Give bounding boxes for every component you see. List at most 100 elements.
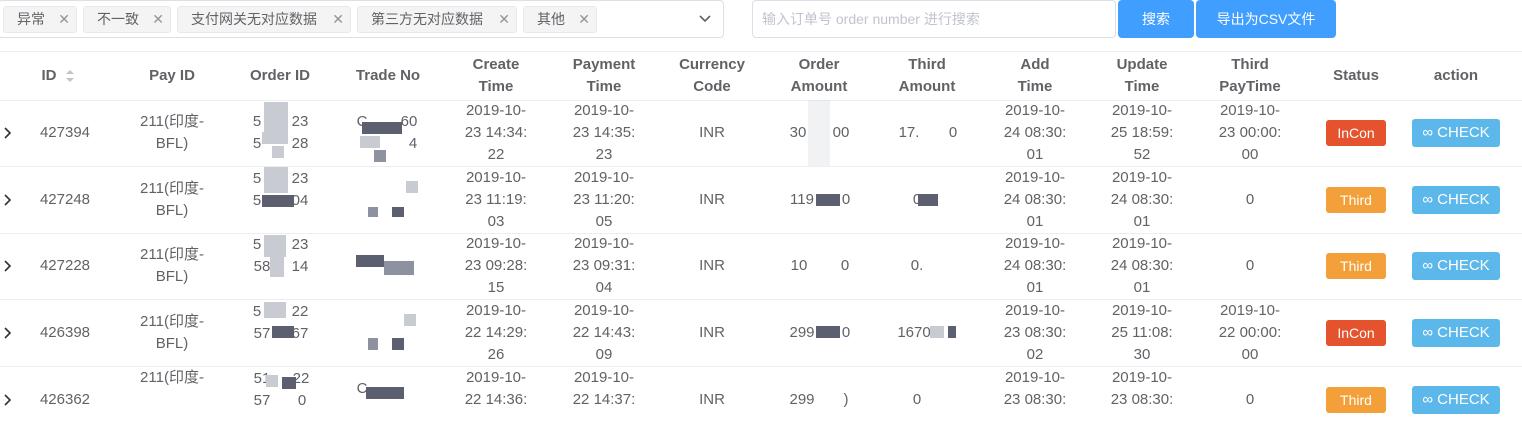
table-row[interactable]: 426362 211(印度- 51 22 57 0 C 2019-10- 22 1… [0,367,1522,433]
cell-text: 01 [1026,279,1044,296]
chevron-right-icon[interactable] [2,125,12,141]
col-header-add-time: Add Time [985,52,1085,100]
header-label: Pay ID [149,67,195,84]
table-row[interactable]: 427248 211(印度- BFL) 5 23 5 04 2019-10- 23 … [0,167,1522,233]
cell-order-id-part: 23 [291,113,309,130]
close-icon[interactable]: ✕ [332,7,344,32]
check-button[interactable]: ∞ CHECK [1412,319,1500,347]
cell-pay-id: 211(印度- BFL) [122,300,222,366]
cell-text: 2019-10- [1004,169,1066,186]
redacted-region [356,255,384,267]
cell-text: 52 [1133,146,1151,163]
redacted-region [262,195,294,207]
cell-order-id-part: 22 [291,303,309,320]
redacted-region [384,261,414,275]
cell-payment-time: 2019-10- 23 09:31: 04 [554,233,654,299]
cell-order-id-part: 5 [252,135,262,152]
cell-id: 427394 [39,124,91,141]
cell-text: 2019-10- [1004,369,1066,386]
chevron-right-icon[interactable] [2,325,12,341]
header-label: Status [1333,67,1379,84]
cell-third-amount-part: 0 [948,124,958,141]
cell-order-id-part: 57 [253,325,271,342]
close-icon[interactable]: ✕ [498,7,510,32]
cell-text: 2019-10- [573,102,635,119]
check-button[interactable]: ∞ CHECK [1412,119,1500,147]
header-label: PayTime [1219,78,1281,95]
table-row[interactable]: 427228 211(印度- BFL) 5 23 58 14 2019-10- 23… [0,233,1522,299]
header-label: Add [1020,56,1050,73]
check-button[interactable]: ∞ CHECK [1412,252,1500,280]
close-icon[interactable]: ✕ [578,7,590,32]
redacted-region [406,181,418,193]
table-row[interactable]: 426398 211(印度- BFL) 5 22 57 67 2019-10- 22… [0,300,1522,366]
cell-order-id-part: 5 [252,303,262,320]
cell-text: 01 [1026,146,1044,163]
header-label: Trade No [355,67,421,84]
cell-text: 01 [1133,213,1151,230]
cell-text: 23 09:31: [572,257,636,274]
cell-add-time: 2019-10- 23 08:30: 02 [985,300,1085,366]
redacted-region [264,235,286,257]
cell-text: 2019-10- [1111,369,1173,386]
cell-payment-time: 2019-10- 22 14:37: [554,367,654,411]
cell-pay-id: 211(印度- BFL) [122,167,222,233]
export-csv-button[interactable]: 导出为CSV文件 [1196,0,1336,38]
col-header-id[interactable]: ID [20,52,96,100]
cell-order-amount-part: ) [843,391,849,408]
redacted-region [366,387,404,399]
cell-text: 2019-10- [573,235,635,252]
chevron-right-icon[interactable] [2,392,12,408]
cell-create-time: 2019-10- 22 14:36: [446,367,546,411]
order-search-input[interactable] [752,0,1116,38]
cell-text: 23 11:20: [573,191,635,208]
close-icon[interactable]: ✕ [58,7,70,32]
close-icon[interactable]: ✕ [152,7,164,32]
table-row[interactable]: 427394 211(印度-BFL) 5 23 5 28 C 60 4 2019… [0,100,1522,166]
cell-text: 24 08:30: [1003,191,1067,208]
redacted-region [368,338,378,350]
cell-add-time: 2019-10- 23 08:30: [985,367,1085,411]
tag-label: 异常 [17,11,45,27]
cell-text: 30 [1133,346,1151,363]
header-label: Create [472,56,520,73]
header-label: Time [478,78,514,95]
chevron-right-icon[interactable] [2,258,12,274]
header-label: Amount [790,78,848,95]
header-label: ID [41,67,57,84]
redacted-region [282,377,296,389]
status-filter-select[interactable]: 异常 ✕ 不一致 ✕ 支付网关无对应数据 ✕ 第三方无对应数据 ✕ 其他 ✕ [0,0,724,38]
cell-third-paytime: 2019-10- 22 00:00: 00 [1200,300,1300,366]
filter-tag-gateway-missing: 支付网关无对应数据 ✕ [177,6,351,33]
header-label: Order [798,56,840,73]
filter-tag-inconsistent: 不一致 ✕ [83,6,171,33]
status-badge: Third [1326,387,1386,413]
sort-icon[interactable] [65,69,75,83]
cell-text: 23 08:30: [1003,324,1067,341]
cell-text: 2019-10- [1111,169,1173,186]
redacted-region [272,146,284,158]
chevron-right-icon[interactable] [2,192,12,208]
filter-tag-other: 其他 ✕ [523,6,597,33]
header-label: Amount [898,78,956,95]
cell-text: 09 [595,346,613,363]
chevron-down-icon[interactable] [695,9,715,29]
cell-text: 23 08:30: [1003,391,1067,408]
check-button[interactable]: ∞ CHECK [1412,186,1500,214]
cell-text: 23 11:19: [465,191,527,208]
cell-payment-time: 2019-10- 23 11:20: 05 [554,167,654,233]
cell-text: 211(印度- [140,313,204,330]
search-button[interactable]: 搜索 [1118,0,1194,38]
col-header-payment-time: Payment Time [554,52,654,100]
cell-text: 23 09:28: [464,257,528,274]
check-button[interactable]: ∞ CHECK [1412,386,1500,414]
cell-text: 03 [487,213,505,230]
cell-currency: INR [699,191,725,208]
cell-text: 23 08:30: [1110,391,1174,408]
cell-order-id-part: 23 [291,170,309,187]
cell-text: 2019-10- [465,369,527,386]
cell-third-paytime: 0 [1245,391,1255,408]
header-label: Time [586,78,622,95]
cell-id: 426398 [39,324,91,341]
cell-text: 2019-10- [465,102,527,119]
